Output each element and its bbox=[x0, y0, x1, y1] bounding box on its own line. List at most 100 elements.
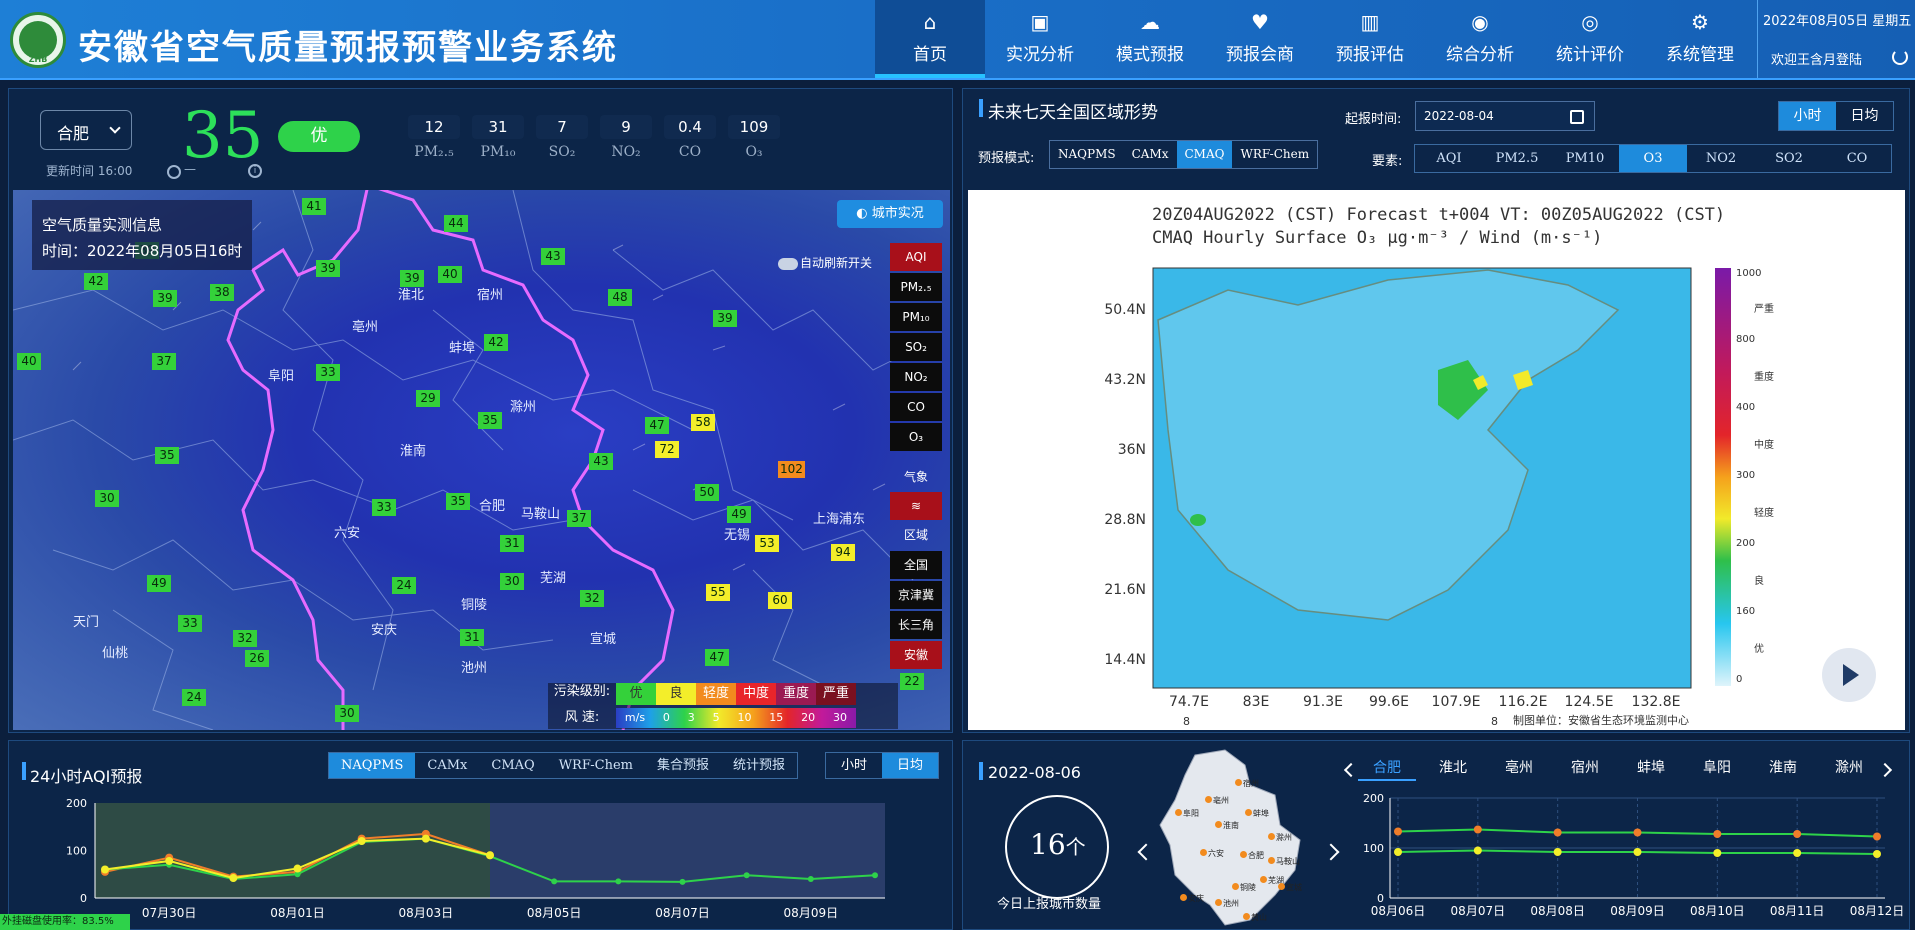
station-aqi-marker[interactable]: 35 bbox=[478, 412, 502, 429]
station-aqi-marker[interactable]: 49 bbox=[727, 506, 751, 523]
region-button[interactable]: 长三角 bbox=[890, 611, 942, 639]
station-aqi-marker[interactable]: 72 bbox=[655, 441, 679, 458]
map-pollutant-button[interactable]: SO₂ bbox=[890, 333, 942, 361]
data-point[interactable] bbox=[1473, 825, 1482, 834]
region-button[interactable]: 全国 bbox=[890, 551, 942, 579]
station-aqi-marker[interactable]: 44 bbox=[444, 215, 468, 232]
data-point[interactable] bbox=[1394, 827, 1402, 836]
station-aqi-marker[interactable]: 30 bbox=[95, 490, 119, 507]
station-aqi-marker[interactable]: 40 bbox=[438, 266, 462, 283]
region-button[interactable]: 安徽 bbox=[890, 641, 942, 669]
element-tab[interactable]: PM2.5 bbox=[1483, 145, 1551, 172]
data-point[interactable] bbox=[229, 874, 238, 883]
station-aqi-marker[interactable]: 22 bbox=[900, 673, 924, 690]
station-aqi-marker[interactable]: 35 bbox=[446, 493, 470, 510]
start-date-input[interactable]: 2022-08-04 bbox=[1415, 101, 1595, 131]
station-aqi-marker[interactable]: 24 bbox=[392, 577, 416, 594]
city-live-button[interactable]: ◐ 城市实况 bbox=[837, 200, 943, 228]
city-tab[interactable]: 滁州 bbox=[1820, 757, 1878, 781]
mode-tab[interactable]: CAMx bbox=[1124, 141, 1177, 168]
aqi24-hourly-button[interactable]: 小时 bbox=[826, 753, 882, 778]
station-aqi-marker[interactable]: 42 bbox=[84, 273, 108, 290]
station-aqi-marker[interactable]: 42 bbox=[484, 334, 508, 351]
station-aqi-marker[interactable]: 31 bbox=[460, 629, 484, 646]
nav-item-3[interactable]: ♥ 预报会商 bbox=[1205, 0, 1315, 78]
map-pollutant-button[interactable]: CO bbox=[890, 393, 942, 421]
aqi24-model-tab[interactable]: WRF-Chem bbox=[547, 753, 645, 778]
region-button[interactable]: 京津冀 bbox=[890, 581, 942, 609]
nav-item-2[interactable]: ☁ 模式预报 bbox=[1095, 0, 1205, 78]
element-tab[interactable]: AQI bbox=[1415, 145, 1483, 172]
station-aqi-marker[interactable]: 94 bbox=[831, 544, 855, 561]
data-point[interactable] bbox=[357, 837, 366, 845]
element-tab[interactable]: CO bbox=[1823, 145, 1891, 172]
map-pollutant-button[interactable]: PM₂.₅ bbox=[890, 273, 942, 301]
station-aqi-marker[interactable]: 37 bbox=[567, 510, 591, 527]
station-aqi-marker[interactable]: 31 bbox=[500, 535, 524, 552]
nav-item-4[interactable]: ▥ 预报评估 bbox=[1315, 0, 1425, 78]
map-pollutant-button[interactable]: O₃ bbox=[890, 423, 942, 451]
wind-icon[interactable]: ≋ bbox=[890, 492, 942, 520]
station-aqi-marker[interactable]: 35 bbox=[155, 447, 179, 464]
station-aqi-marker[interactable]: 39 bbox=[400, 270, 424, 287]
station-aqi-marker[interactable]: 24 bbox=[182, 689, 206, 706]
station-aqi-marker[interactable]: 33 bbox=[372, 499, 396, 516]
element-tab[interactable]: PM10 bbox=[1551, 145, 1619, 172]
data-point[interactable] bbox=[1633, 828, 1642, 837]
data-point[interactable] bbox=[1553, 828, 1562, 837]
aqi24-model-tab[interactable]: CAMx bbox=[415, 753, 479, 778]
station-aqi-marker[interactable]: 43 bbox=[589, 453, 613, 470]
data-point[interactable] bbox=[1473, 846, 1482, 855]
mode-tab[interactable]: CMAQ bbox=[1176, 141, 1233, 168]
live-map[interactable]: 淮北 宿州 亳州 蚌埠 阜阳 滁州 淮南 合肥 马鞍山 六安 芜湖 铜陵 安庆 宣城 池州 天门 仙桃 上海浦东无… bbox=[13, 190, 950, 730]
city-tab[interactable]: 合肥 bbox=[1358, 757, 1416, 781]
data-point[interactable] bbox=[421, 834, 430, 843]
data-point[interactable] bbox=[1394, 848, 1402, 856]
data-point[interactable] bbox=[1553, 848, 1562, 856]
data-point[interactable] bbox=[165, 856, 174, 865]
aqi24-daily-button[interactable]: 日均 bbox=[882, 753, 938, 778]
station-aqi-marker[interactable]: 32 bbox=[233, 630, 257, 647]
station-aqi-marker[interactable]: 47 bbox=[705, 649, 729, 666]
data-point[interactable] bbox=[1793, 849, 1802, 857]
station-aqi-marker[interactable]: 33 bbox=[178, 615, 202, 632]
aqi24-model-tab[interactable]: NAQPMS bbox=[329, 753, 416, 778]
city-tab[interactable]: 淮南 bbox=[1754, 757, 1812, 781]
info-icon[interactable]: i bbox=[248, 164, 262, 178]
data-point[interactable] bbox=[1633, 848, 1642, 856]
element-tab[interactable]: O3 bbox=[1619, 145, 1687, 172]
station-aqi-marker[interactable]: 33 bbox=[316, 364, 340, 381]
city-tab[interactable]: 亳州 bbox=[1490, 757, 1548, 781]
data-point[interactable] bbox=[1793, 830, 1802, 838]
data-point[interactable] bbox=[1873, 832, 1881, 841]
station-aqi-marker[interactable]: 60 bbox=[768, 592, 792, 609]
station-aqi-marker[interactable]: 39 bbox=[153, 290, 177, 307]
station-aqi-marker[interactable]: 58 bbox=[691, 414, 715, 431]
data-point[interactable] bbox=[679, 878, 686, 885]
element-tab[interactable]: SO2 bbox=[1755, 145, 1823, 172]
station-aqi-marker[interactable]: 53 bbox=[755, 535, 779, 552]
nav-item-0[interactable]: ⌂ 首页 bbox=[875, 0, 985, 78]
toggle-switch[interactable] bbox=[778, 257, 798, 270]
station-aqi-marker[interactable]: 30 bbox=[335, 705, 359, 722]
play-button[interactable] bbox=[1822, 648, 1876, 702]
station-aqi-marker[interactable]: 50 bbox=[695, 484, 719, 501]
station-aqi-marker[interactable]: 48 bbox=[608, 289, 632, 306]
aqi24-model-tab[interactable]: 集合预报 bbox=[645, 753, 721, 778]
city-tab[interactable]: 宿州 bbox=[1556, 757, 1614, 781]
station-aqi-marker[interactable]: 32 bbox=[580, 590, 604, 607]
hourly-button[interactable]: 小时 bbox=[1779, 102, 1836, 130]
station-aqi-marker[interactable]: 30 bbox=[500, 573, 524, 590]
calendar-icon[interactable] bbox=[1570, 110, 1584, 124]
map-pollutant-button[interactable]: AQI bbox=[890, 243, 942, 271]
map-pollutant-button[interactable]: PM₁₀ bbox=[890, 303, 942, 331]
station-aqi-marker[interactable]: 49 bbox=[147, 575, 171, 592]
station-aqi-marker[interactable]: 39 bbox=[316, 260, 340, 277]
city-tab[interactable]: 阜阳 bbox=[1688, 757, 1746, 781]
station-aqi-marker[interactable]: 37 bbox=[152, 353, 176, 370]
element-tab[interactable]: NO2 bbox=[1687, 145, 1755, 172]
aqi24-model-tab[interactable]: 统计预报 bbox=[721, 753, 797, 778]
data-point[interactable] bbox=[551, 878, 558, 885]
station-aqi-marker[interactable]: 102 bbox=[778, 461, 805, 478]
station-aqi-marker[interactable]: 41 bbox=[302, 198, 326, 215]
